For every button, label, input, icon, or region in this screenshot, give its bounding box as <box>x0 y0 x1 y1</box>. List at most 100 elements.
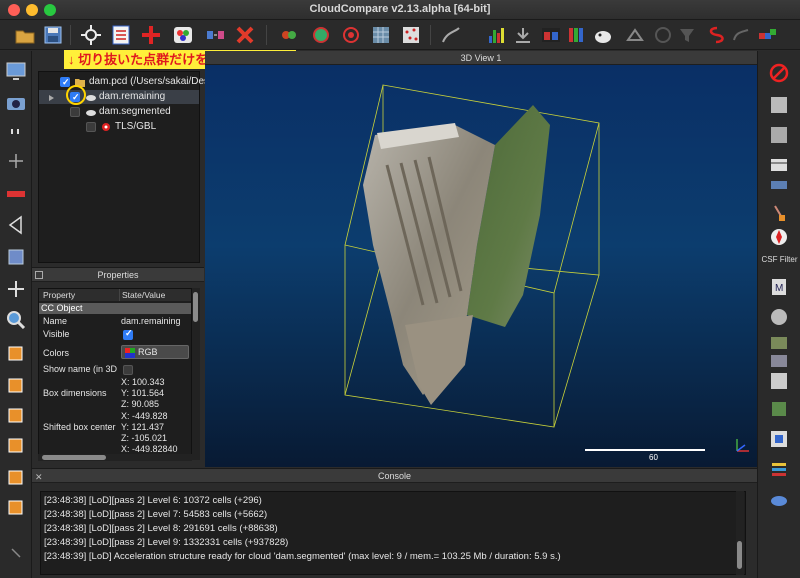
zoom-icon[interactable] <box>5 309 27 330</box>
3d-view-header: 3D View 1 <box>205 51 757 65</box>
column-header-value: State/Value <box>119 289 191 301</box>
disabled-tool-icon[interactable] <box>652 24 674 46</box>
tree-item-dam-remaining[interactable]: dam.remaining <box>39 90 199 104</box>
fusion-icon[interactable] <box>278 24 300 46</box>
plugin-pcv-icon[interactable] <box>769 371 789 391</box>
triangle-left-icon[interactable] <box>5 215 27 235</box>
visible-checkbox[interactable] <box>123 328 133 340</box>
left-view-icon[interactable] <box>5 435 27 455</box>
registration-icon[interactable] <box>340 24 362 46</box>
filter-icon[interactable] <box>676 24 698 46</box>
section-cc-object: CC Object <box>39 303 191 314</box>
color-scale-icon[interactable] <box>566 24 588 46</box>
properties-header: Properties <box>32 268 204 282</box>
front-view-icon[interactable] <box>5 343 27 363</box>
animal-logo-icon[interactable] <box>592 24 614 46</box>
console-header: ✕ Console <box>32 469 757 483</box>
plugin-ransac-icon[interactable] <box>769 399 789 419</box>
noise-icon[interactable] <box>400 24 422 46</box>
console-scrollbar[interactable] <box>736 491 744 575</box>
properties-table: Property State/Value CC Object Name dam.… <box>38 288 192 460</box>
pivot-icon[interactable] <box>5 151 27 171</box>
scalar-field-icon[interactable] <box>624 24 646 46</box>
point-cloud-render <box>344 84 600 428</box>
cloud-layers-icon[interactable] <box>769 491 789 511</box>
plugin-facets-icon[interactable] <box>769 429 789 449</box>
main-toolbar <box>0 20 800 50</box>
compass-icon[interactable] <box>769 227 789 247</box>
csf-filter-label[interactable]: CSF Filter <box>758 255 800 264</box>
canupo-icon[interactable] <box>540 24 562 46</box>
plugin-csv-icon[interactable] <box>769 125 789 145</box>
console-log: [23:48:38] [LoD][pass 2] Level 6: 10372 … <box>40 491 746 575</box>
3d-view-canvas[interactable]: 60 <box>205 65 757 467</box>
plugin-m3c2-icon[interactable] <box>769 333 789 353</box>
properties-vscrollbar[interactable] <box>192 288 200 460</box>
plugin-hough-icon[interactable] <box>769 351 789 371</box>
list-icon[interactable] <box>110 24 132 46</box>
expand-icon[interactable] <box>5 543 27 563</box>
quote-icon[interactable] <box>5 123 27 143</box>
add-point-icon[interactable] <box>140 24 162 46</box>
open-folder-icon[interactable] <box>14 24 36 46</box>
delete-icon[interactable] <box>234 24 256 46</box>
film-icon[interactable] <box>769 155 789 175</box>
tree-checkbox[interactable] <box>86 122 96 132</box>
rgb-icon <box>125 348 135 360</box>
scale-bar-label: 60 <box>649 453 658 462</box>
brush-icon[interactable] <box>769 203 789 223</box>
back-view-icon[interactable] <box>5 405 27 425</box>
colored-cubes-icon[interactable] <box>756 24 778 46</box>
no-entry-icon[interactable] <box>769 63 789 83</box>
console-line: [23:48:39] [LoD] Acceleration structure … <box>44 551 561 562</box>
histogram-icon[interactable] <box>486 24 508 46</box>
tree-checkbox[interactable] <box>60 75 70 89</box>
ruler-icon[interactable] <box>5 183 27 203</box>
properties-panel: Properties Property State/Value CC Objec… <box>32 267 204 467</box>
cloud-icon <box>85 107 96 117</box>
show-name-checkbox[interactable] <box>123 365 133 375</box>
move-icon[interactable] <box>5 279 27 299</box>
plugin-cel-icon[interactable] <box>769 95 789 115</box>
top-view-icon[interactable] <box>5 375 27 395</box>
sample-icon[interactable] <box>204 24 226 46</box>
right-plugin-toolbar: CSF Filter M <box>757 51 800 578</box>
tree-checkbox[interactable] <box>70 107 80 117</box>
globe-icon[interactable] <box>769 307 789 327</box>
console-line: [23:48:38] [LoD][pass 2] Level 8: 291691… <box>44 523 278 534</box>
display-icon[interactable] <box>5 61 27 81</box>
console-panel: ✕ Console [23:48:38] [LoD][pass 2] Level… <box>32 468 757 578</box>
curve-icon[interactable] <box>440 24 462 46</box>
layers-icon[interactable] <box>769 459 789 479</box>
scale-bar <box>585 449 705 451</box>
cube-view-icon[interactable] <box>5 247 27 267</box>
segment-icon[interactable] <box>310 24 332 46</box>
camera-icon[interactable] <box>5 93 27 113</box>
expand-arrow-icon[interactable] <box>48 93 58 103</box>
plugin-m-icon[interactable]: M <box>769 277 789 297</box>
color-cloud-icon[interactable] <box>172 24 194 46</box>
prop-row-box-dimensions: Box dimensions X: 100.343 Y: 101.564 Z: … <box>43 377 165 409</box>
column-header-property: Property <box>39 289 119 301</box>
console-line: [23:48:39] [LoD][pass 2] Level 9: 133233… <box>44 537 289 548</box>
console-line: [23:48:38] [LoD][pass 2] Level 6: 10372 … <box>44 495 262 506</box>
bottom-view-icon[interactable] <box>5 497 27 517</box>
cloud-icon <box>85 92 96 102</box>
svg-text:M: M <box>775 283 783 294</box>
s-curve-icon[interactable] <box>702 24 724 46</box>
mesh-icon[interactable] <box>370 24 392 46</box>
plugin-icon[interactable] <box>730 24 752 46</box>
right-view-icon[interactable] <box>5 467 27 487</box>
properties-hscrollbar[interactable] <box>38 454 192 461</box>
3d-view-panel: 3D View 1 60 <box>205 51 757 467</box>
db-tree-panel: dam.pcd (/Users/sakai/Desktop/dam.pcd) d… <box>32 51 272 267</box>
close-icon[interactable]: ✕ <box>35 470 43 484</box>
export-icon[interactable] <box>512 24 534 46</box>
pick-point-icon[interactable] <box>80 24 102 46</box>
window-title: CloudCompare v2.13.alpha [64-bit] <box>309 3 491 15</box>
gradient-bar-icon[interactable] <box>769 175 789 195</box>
dock-icon[interactable] <box>35 271 43 279</box>
colors-dropdown[interactable]: RGB <box>121 345 189 359</box>
save-icon[interactable] <box>42 24 64 46</box>
title-bar: CloudCompare v2.13.alpha [64-bit] <box>0 0 800 20</box>
